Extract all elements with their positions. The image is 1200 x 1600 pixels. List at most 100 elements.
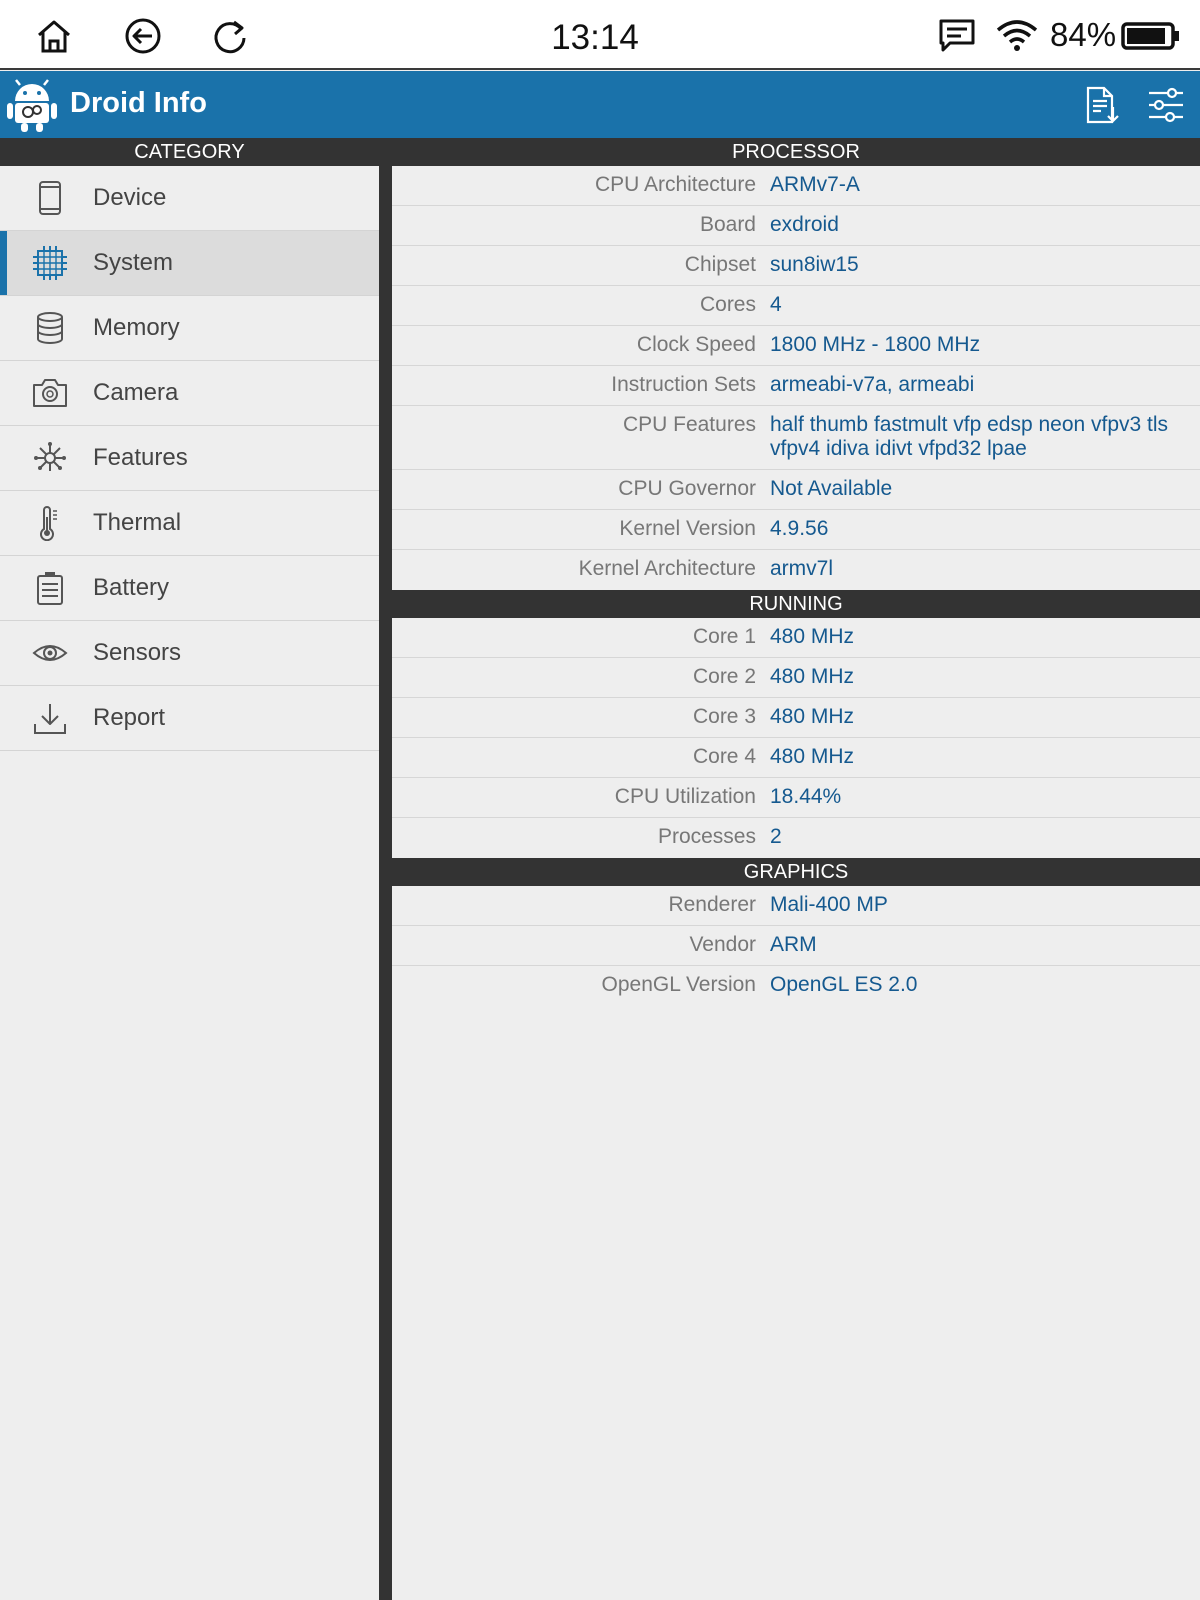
info-key: CPU Utilization bbox=[614, 785, 756, 808]
download-icon bbox=[34, 704, 66, 734]
features-icon bbox=[34, 442, 66, 471]
info-value: 480 MHz bbox=[770, 745, 855, 768]
category-list: Device System Memory Camera Features The… bbox=[0, 166, 379, 751]
info-key: Core 4 bbox=[692, 745, 756, 768]
info-row: Board exdroid bbox=[392, 206, 1200, 246]
info-value: Not Available bbox=[770, 477, 893, 500]
info-key: Board bbox=[699, 213, 756, 236]
home-icon[interactable] bbox=[34, 16, 74, 56]
info-row: CPU Features half thumb fastmult vfp edsp… bbox=[392, 406, 1200, 470]
sidebar-item-memory[interactable]: Memory bbox=[0, 296, 379, 361]
info-row: CPU Governor Not Available bbox=[392, 470, 1200, 510]
info-value: 480 MHz bbox=[770, 665, 855, 688]
sidebar-item-camera[interactable]: Camera bbox=[0, 361, 379, 426]
sidebar-item-label: Thermal bbox=[93, 509, 182, 536]
info-value: armeabi-v7a, armeabi bbox=[770, 373, 975, 396]
info-row: Kernel Architecture armv7l bbox=[392, 550, 1200, 590]
sidebar-item-report[interactable]: Report bbox=[0, 686, 379, 751]
info-value: 4 bbox=[770, 293, 782, 316]
info-row: Chipset sun8iw15 bbox=[392, 246, 1200, 286]
sidebar-item-system[interactable]: System bbox=[0, 231, 379, 296]
report-export-icon[interactable] bbox=[1082, 85, 1122, 125]
info-key: Cores bbox=[699, 293, 756, 316]
info-key: Core 1 bbox=[692, 625, 756, 648]
sidebar-item-label: Device bbox=[93, 184, 167, 211]
info-row: Core 4 480 MHz bbox=[392, 738, 1200, 778]
sidebar-item-features[interactable]: Features bbox=[0, 426, 379, 491]
sidebar-item-label: Report bbox=[93, 704, 166, 731]
info-key: Renderer bbox=[668, 893, 756, 916]
sidebar-item-sensors[interactable]: Sensors bbox=[0, 621, 379, 686]
section-header-running: RUNNING bbox=[392, 590, 1200, 618]
pane-divider bbox=[379, 138, 392, 1600]
info-row: Instruction Sets armeabi-v7a, armeabi bbox=[392, 366, 1200, 406]
info-value: 4.9.56 bbox=[770, 517, 829, 540]
phone-icon bbox=[39, 181, 61, 215]
section-header-processor: PROCESSOR bbox=[392, 138, 1200, 166]
info-value: 18.44% bbox=[770, 785, 842, 808]
info-value: 1800 MHz - 1800 MHz bbox=[770, 333, 981, 356]
info-key: CPU Architecture bbox=[594, 173, 756, 196]
sidebar-item-label: Features bbox=[93, 444, 188, 471]
info-value: ARMv7-A bbox=[770, 173, 860, 196]
memory-icon bbox=[37, 312, 63, 344]
info-row: Clock Speed 1800 MHz - 1800 MHz bbox=[392, 326, 1200, 366]
info-row: OpenGL Version OpenGL ES 2.0 bbox=[392, 966, 1200, 1006]
info-row: Core 2 480 MHz bbox=[392, 658, 1200, 698]
section-header-graphics: GRAPHICS bbox=[392, 858, 1200, 886]
eye-icon bbox=[32, 645, 68, 661]
info-key: Chipset bbox=[684, 253, 756, 276]
status-bar: 13:14 84% bbox=[0, 0, 1200, 70]
info-row: Renderer Mali-400 MP bbox=[392, 886, 1200, 926]
info-value: armv7l bbox=[770, 557, 834, 580]
info-key: Core 2 bbox=[692, 665, 756, 688]
info-value: 480 MHz bbox=[770, 625, 855, 648]
system-details: PROCESSOR CPU Architecture ARMv7-A Board e… bbox=[392, 138, 1200, 1006]
info-row: Vendor ARM bbox=[392, 926, 1200, 966]
app-logo-icon bbox=[7, 79, 57, 132]
settings-sliders-icon[interactable] bbox=[1146, 85, 1186, 125]
sidebar-item-battery[interactable]: Battery bbox=[0, 556, 379, 621]
app-toolbar: Droid Info bbox=[0, 71, 1200, 138]
info-value: 480 MHz bbox=[770, 705, 855, 728]
sidebar-item-label: System bbox=[93, 249, 174, 276]
sidebar-item-label: Battery bbox=[93, 574, 170, 601]
info-row: Kernel Version 4.9.56 bbox=[392, 510, 1200, 550]
app-title: Droid Info bbox=[70, 87, 207, 119]
info-key: OpenGL Version bbox=[601, 973, 757, 996]
chip-icon bbox=[33, 246, 67, 280]
refresh-icon[interactable] bbox=[210, 16, 250, 56]
info-key: Processes bbox=[657, 825, 756, 848]
clock: 13:14 bbox=[551, 18, 639, 57]
info-value: Mali-400 MP bbox=[770, 893, 888, 916]
info-row: Core 3 480 MHz bbox=[392, 698, 1200, 738]
battery-icon bbox=[1121, 22, 1179, 50]
info-row: Processes 2 bbox=[392, 818, 1200, 858]
info-row: CPU Architecture ARMv7-A bbox=[392, 166, 1200, 206]
info-key: Clock Speed bbox=[636, 333, 756, 356]
sidebar-item-label: Memory bbox=[93, 314, 180, 341]
info-value: half thumb fastmult vfp edsp neon vfpv3 … bbox=[770, 413, 1169, 460]
back-icon[interactable] bbox=[123, 16, 163, 56]
sidebar-item-label: Sensors bbox=[93, 639, 182, 666]
info-row: Cores 4 bbox=[392, 286, 1200, 326]
info-value: exdroid bbox=[770, 213, 839, 236]
battery-percent: 84% bbox=[1050, 16, 1117, 53]
sidebar-item-device[interactable]: Device bbox=[0, 166, 379, 231]
wifi-icon bbox=[996, 20, 1038, 51]
info-row: Core 1 480 MHz bbox=[392, 618, 1200, 658]
message-icon bbox=[939, 19, 975, 52]
info-value: OpenGL ES 2.0 bbox=[770, 973, 918, 996]
info-key: Kernel Architecture bbox=[578, 557, 756, 580]
info-key: CPU Features bbox=[622, 413, 756, 436]
info-key: Vendor bbox=[689, 933, 756, 956]
info-key: Instruction Sets bbox=[611, 373, 756, 396]
info-value: sun8iw15 bbox=[770, 253, 859, 276]
sidebar-item-thermal[interactable]: Thermal bbox=[0, 491, 379, 556]
thermometer-icon bbox=[40, 506, 57, 541]
camera-icon bbox=[33, 379, 67, 407]
battery-icon bbox=[37, 572, 63, 605]
info-key: Kernel Version bbox=[619, 517, 756, 540]
info-row: CPU Utilization 18.44% bbox=[392, 778, 1200, 818]
info-key: Core 3 bbox=[692, 705, 756, 728]
